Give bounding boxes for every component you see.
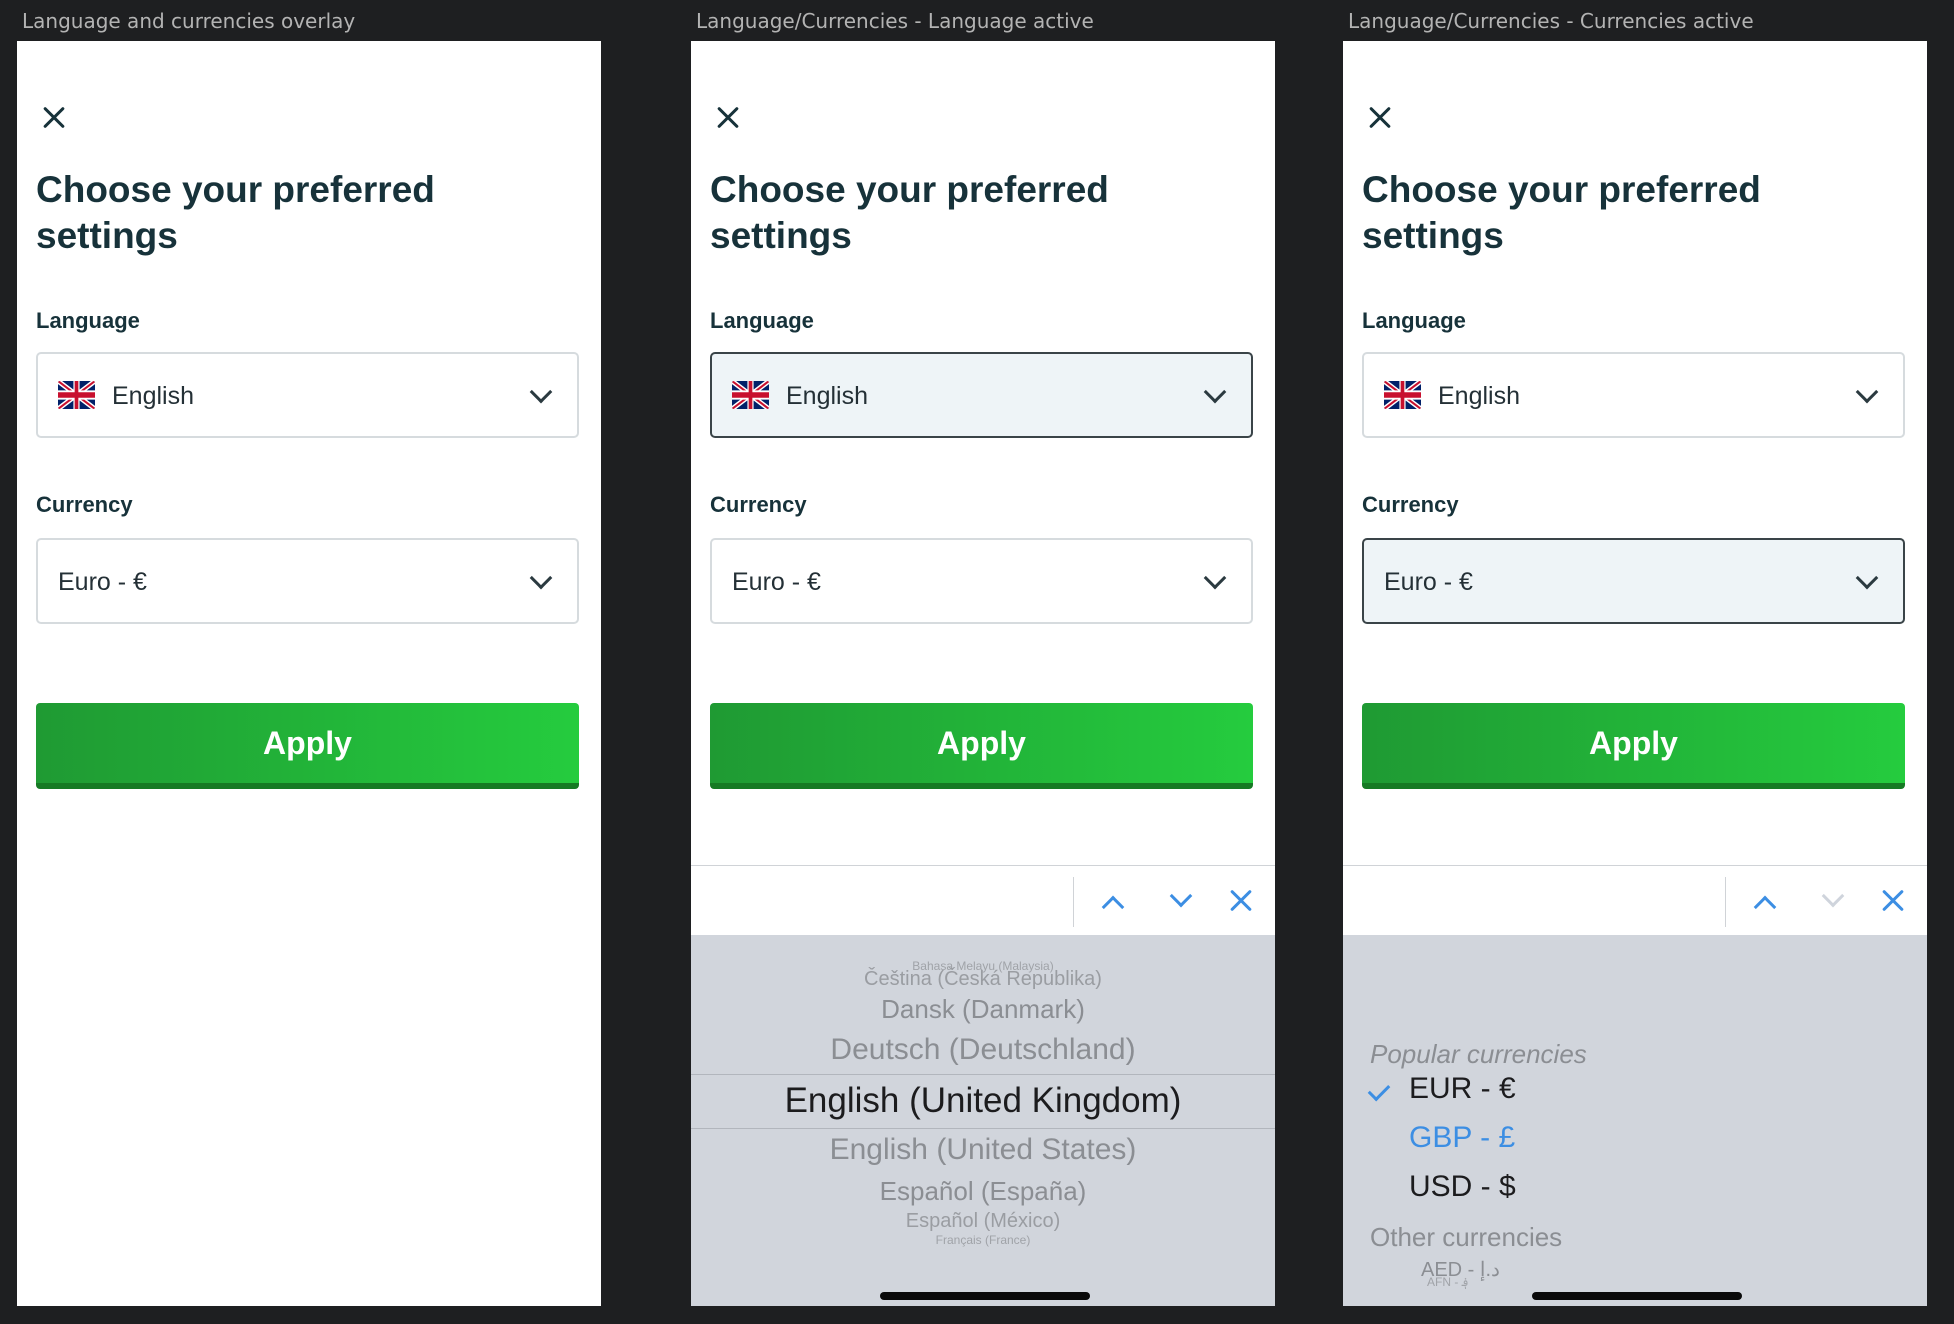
uk-flag-icon [1384, 381, 1421, 409]
language-label: Language [1362, 308, 1466, 333]
page-title: Choose your preferred settings [710, 169, 1109, 256]
currency-option-selected[interactable]: GBP - £ [1409, 1121, 1515, 1155]
currency-value: Euro - € [1384, 568, 1473, 596]
apply-button[interactable]: Apply [710, 703, 1253, 789]
language-select[interactable]: English [36, 352, 579, 438]
picker-option[interactable]: English (United States) [691, 1133, 1275, 1167]
picker-toolbar [691, 865, 1275, 935]
checkmark-icon [1367, 1078, 1391, 1102]
home-indicator [1532, 1292, 1742, 1300]
picker-toolbar [1343, 865, 1927, 935]
other-currencies-heading: Other currencies [1370, 1222, 1563, 1252]
close-icon[interactable] [711, 100, 745, 134]
apply-button[interactable]: Apply [1362, 703, 1905, 789]
chevron-down-icon [529, 566, 553, 590]
language-label: Language [36, 308, 140, 333]
frame-language-active: Choose your preferred settings Language … [691, 41, 1275, 1306]
page-title: Choose your preferred settings [1362, 169, 1761, 256]
frame-currencies-active: Choose your preferred settings Language … [1343, 41, 1927, 1306]
currency-option[interactable]: EUR - € [1409, 1072, 1516, 1106]
frame-label-language-active: Language/Currencies - Language active [696, 9, 1094, 33]
toolbar-divider [1073, 877, 1074, 927]
language-select[interactable]: English [1362, 352, 1905, 438]
chevron-down-icon [1855, 566, 1879, 590]
chevron-down-icon[interactable] [1169, 884, 1193, 908]
currency-option[interactable]: USD - $ [1409, 1170, 1516, 1204]
language-value: English [112, 382, 194, 410]
popular-currencies-heading: Popular currencies [1370, 1039, 1587, 1069]
language-value: English [786, 382, 868, 410]
uk-flag-icon [732, 381, 769, 409]
currency-picker-list[interactable]: Popular currencies EUR - € GBP - £ USD -… [1343, 935, 1927, 1306]
chevron-down-icon [529, 380, 553, 404]
apply-button[interactable]: Apply [36, 703, 579, 789]
language-select[interactable]: English [710, 352, 1253, 438]
language-value: English [1438, 382, 1520, 410]
currency-select[interactable]: Euro - € [710, 538, 1253, 624]
currency-label: Currency [36, 492, 133, 517]
page-title: Choose your preferred settings [36, 169, 435, 256]
uk-flag-icon [58, 381, 95, 409]
picker-option[interactable]: Español (España) [691, 1176, 1275, 1207]
close-icon[interactable] [37, 100, 71, 134]
currency-option[interactable]: AFN - ؋ [1427, 1275, 1469, 1289]
picker-option[interactable]: Čeština (Česká Republika) [691, 968, 1275, 991]
home-indicator [880, 1292, 1090, 1300]
picker-option[interactable]: Français (France) [691, 1233, 1275, 1247]
frame-label-currencies-active: Language/Currencies - Currencies active [1348, 9, 1754, 33]
currency-label: Currency [1362, 492, 1459, 517]
picker-option[interactable]: Español (México) [691, 1210, 1275, 1233]
chevron-down-icon [1203, 566, 1227, 590]
currency-label: Currency [710, 492, 807, 517]
currency-value: Euro - € [58, 568, 147, 596]
language-picker-wheel[interactable]: Bahasa Melayu (Malaysia) Čeština (Česká … [691, 935, 1275, 1306]
picker-option-selected[interactable]: English (United Kingdom) [691, 1081, 1275, 1121]
chevron-down-icon[interactable] [1821, 884, 1845, 908]
language-label: Language [710, 308, 814, 333]
chevron-up-icon[interactable] [1753, 895, 1777, 919]
picker-option[interactable]: Dansk (Danmark) [691, 994, 1275, 1025]
close-icon[interactable] [1227, 887, 1255, 915]
close-icon[interactable] [1363, 100, 1397, 134]
picker-option[interactable]: Deutsch (Deutschland) [691, 1033, 1275, 1067]
close-icon[interactable] [1879, 887, 1907, 915]
frame-overlay: Choose your preferred settings Language … [17, 41, 601, 1306]
currency-value: Euro - € [732, 568, 821, 596]
toolbar-divider [1725, 877, 1726, 927]
chevron-down-icon [1203, 380, 1227, 404]
frame-label-overlay: Language and currencies overlay [22, 9, 356, 33]
currency-select[interactable]: Euro - € [36, 538, 579, 624]
chevron-up-icon[interactable] [1101, 895, 1125, 919]
currency-select[interactable]: Euro - € [1362, 538, 1905, 624]
chevron-down-icon [1855, 380, 1879, 404]
